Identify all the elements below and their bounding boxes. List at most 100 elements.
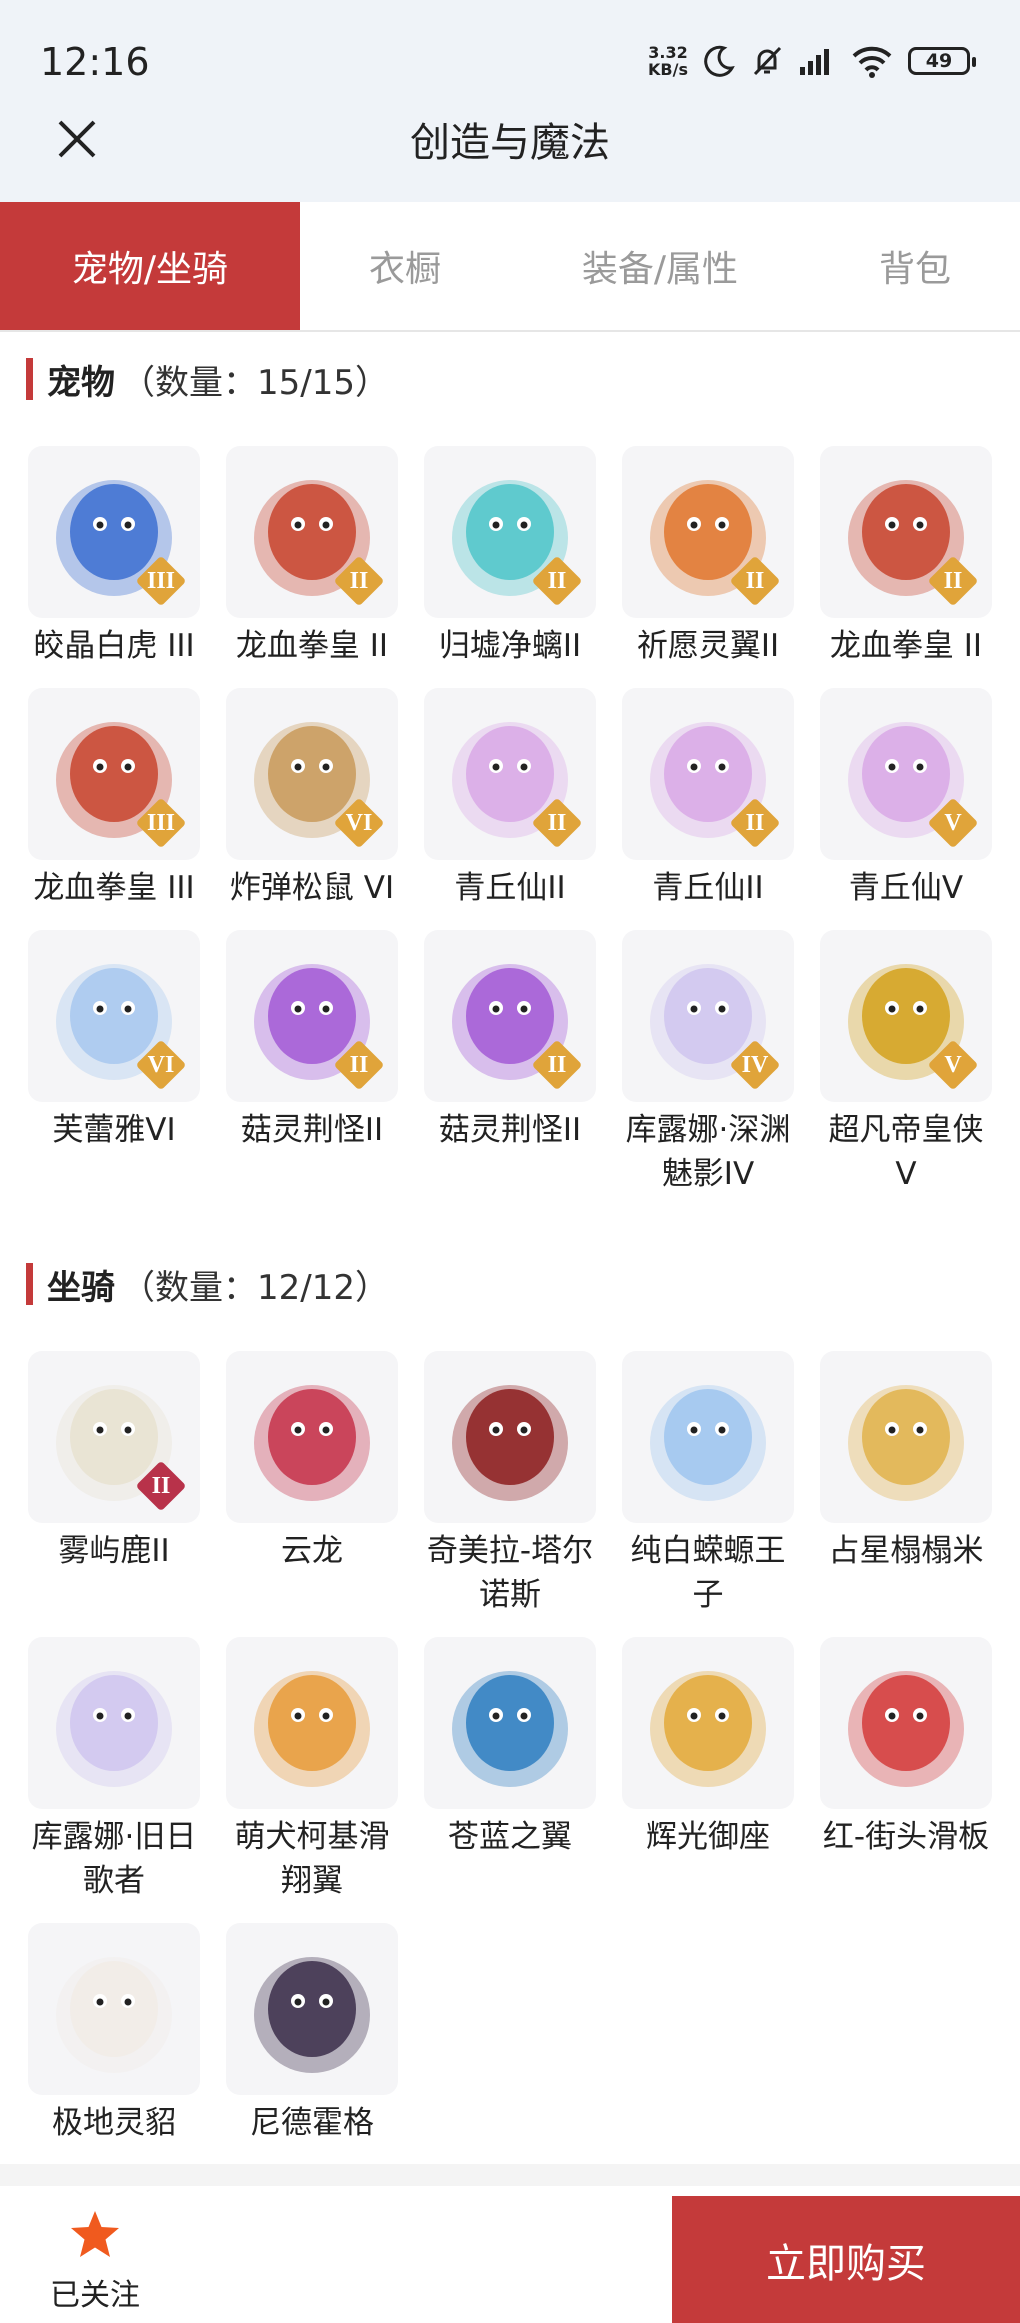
item-thumbnail: VI [28,930,200,1102]
item-name: 皎晶白虎 III [33,628,195,664]
pets-section-count: （数量：15/15） [121,362,389,403]
mount-item[interactable]: 萌犬柯基滑翔翼 [224,1637,400,1903]
rank-badge-text: II [745,568,765,594]
tab-backpack[interactable]: 背包 [810,202,1020,330]
rank-badge: III [135,797,187,849]
rank-badge-text: II [547,568,567,594]
mounts-section-count: （数量：12/12） [121,1267,389,1308]
buy-now-button[interactable]: 立即购买 [672,2196,1020,2323]
network-speed: 3.32 KB/s [648,44,688,78]
blue-wing-icon [452,1671,568,1787]
item-name: 菇灵荆怪II [438,1112,582,1148]
mount-item[interactable]: 辉光御座 [620,1637,796,1859]
pet-item[interactable]: II 祈愿灵翼II [620,446,796,668]
item-name: 奇美拉-塔尔诺斯 [426,1533,594,1613]
item-name: 红-街头滑板 [822,1819,990,1855]
mount-item[interactable]: 奇美拉-塔尔诺斯 [422,1351,598,1617]
rank-badge: II [531,555,583,607]
mount-item[interactable]: 尼德霍格 [224,1923,400,2145]
rank-badge-text: II [943,568,963,594]
moon-icon [704,45,735,77]
rank-badge-text: III [146,810,176,836]
pet-item[interactable]: II 青丘仙II [620,688,796,910]
item-thumbnail: II [28,1351,200,1523]
pet-item[interactable]: VI 炸弹松鼠 VI [224,688,400,910]
item-thumbnail: II [424,446,596,618]
pet-item[interactable]: II 菇灵荆怪II [422,930,598,1152]
tab-bar: 宠物/坐骑 衣橱 装备/属性 背包 [0,202,1020,332]
pet-item[interactable]: V 青丘仙V [818,688,994,910]
mount-item[interactable]: II 雾屿鹿II [26,1351,202,1573]
rank-badge-text: II [745,810,765,836]
item-thumbnail: VI [226,688,398,860]
rank-badge-text: V [944,810,962,836]
pet-item[interactable]: II 龙血拳皇 II [224,446,400,668]
network-speed-unit: KB/s [648,60,688,79]
pet-item[interactable]: II 龙血拳皇 II [818,446,994,668]
chimera-icon [452,1385,568,1501]
item-name: 辉光御座 [646,1819,770,1855]
rank-badge: V [927,1039,979,1091]
tab-equipment[interactable]: 装备/属性 [510,202,810,330]
item-thumbnail: II [820,446,992,618]
item-thumbnail: III [28,688,200,860]
item-name: 云龙 [281,1533,343,1569]
bottom-bar: 已关注 立即购买 [0,2196,1020,2323]
rank-badge-text: IV [741,1052,769,1078]
pet-item[interactable]: II 归墟净螭II [422,446,598,668]
corgi-glider-icon [254,1671,370,1787]
black-dragon-icon [254,1957,370,2073]
item-name: 青丘仙II [652,870,764,906]
item-name: 苍蓝之翼 [448,1819,572,1855]
item-thumbnail: V [820,930,992,1102]
axolotl-icon [650,1385,766,1501]
mount-item[interactable]: 纯白蝾螈王子 [620,1351,796,1617]
pet-item[interactable]: II 菇灵荆怪II [224,930,400,1152]
tab-wardrobe[interactable]: 衣橱 [300,202,510,330]
pet-item[interactable]: VI 芙蕾雅VI [26,930,202,1152]
item-name: 尼德霍格 [250,2105,374,2141]
rank-badge-text: II [349,1052,369,1078]
item-name: 雾屿鹿II [58,1533,170,1569]
rank-badge: II [729,555,781,607]
item-name: 芙蕾雅VI [52,1112,176,1148]
battery-indicator: 49 [908,47,976,75]
mounts-section-header: 坐骑 （数量：12/12） [26,1259,389,1309]
signal-icon [800,49,829,75]
tab-pets-mounts[interactable]: 宠物/坐骑 [0,202,300,330]
status-time: 12:16 [40,40,150,84]
pet-item[interactable]: III 龙血拳皇 III [26,688,202,910]
pet-item[interactable]: IV 库露娜·深渊魅影IV [620,930,796,1196]
section-accent-bar [26,1263,33,1305]
pet-item[interactable]: II 青丘仙II [422,688,598,910]
rank-badge: II [927,555,979,607]
item-name: 归墟净螭II [438,628,582,664]
mount-item[interactable]: 极地灵貂 [26,1923,202,2145]
pets-grid: III 皎晶白虎 III II 龙血拳皇 II II 归墟净螭II II 祈愿灵翼II II 龙血… [26,446,996,1192]
follow-button[interactable]: 已关注 [40,2208,150,2314]
rank-badge-text: VI [345,810,373,836]
item-name: 超凡帝皇侠V [828,1112,984,1192]
pet-item[interactable]: V 超凡帝皇侠V [818,930,994,1196]
item-thumbnail: II [226,930,398,1102]
item-name: 青丘仙II [454,870,566,906]
rank-badge-text: VI [147,1052,175,1078]
rank-badge: III [135,555,187,607]
item-thumbnail: II [226,446,398,618]
rank-badge-text: II [547,1052,567,1078]
item-thumbnail [622,1637,794,1809]
mount-item[interactable]: 占星榻榻米 [818,1351,994,1573]
rank-badge-text: II [151,1473,171,1499]
item-name: 龙血拳皇 II [829,628,983,664]
pet-item[interactable]: III 皎晶白虎 III [26,446,202,668]
rank-badge: II [333,555,385,607]
mount-item[interactable]: 苍蓝之翼 [422,1637,598,1859]
mount-item[interactable]: 库露娜·旧日歌者 [26,1637,202,1903]
mount-item[interactable]: 云龙 [224,1351,400,1573]
item-thumbnail [28,1637,200,1809]
mount-item[interactable]: 红-街头滑板 [818,1637,994,1859]
status-icons: 3.32 KB/s 49 [648,44,976,78]
item-name: 库露娜·旧日歌者 [31,1819,197,1899]
footer-separator [0,2164,1020,2186]
rank-badge: II [531,797,583,849]
